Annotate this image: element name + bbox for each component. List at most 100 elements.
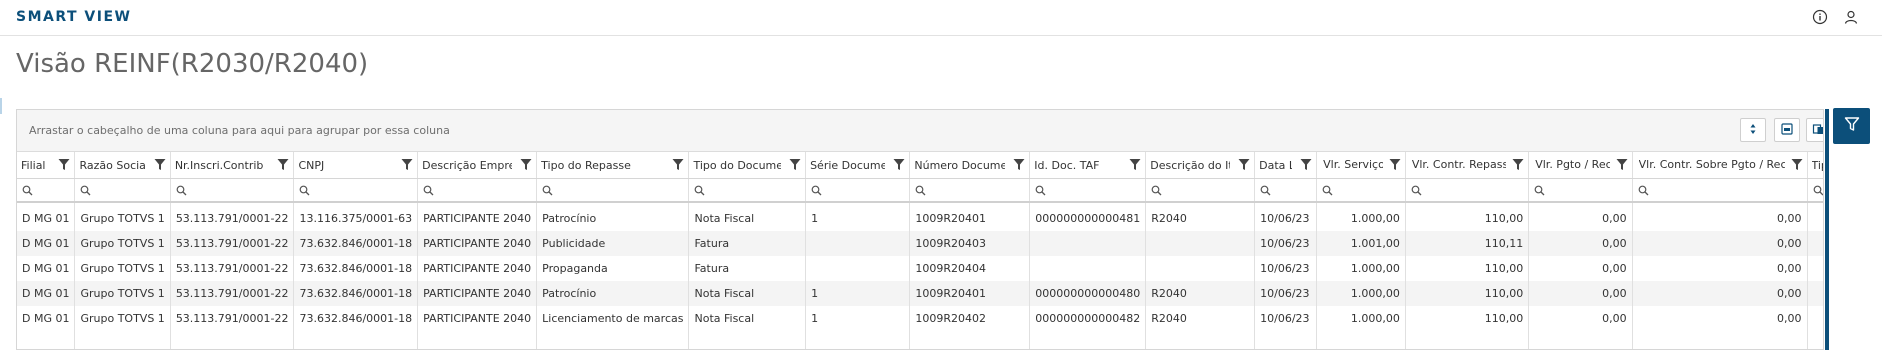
filter-panel-button[interactable] bbox=[1833, 108, 1870, 144]
table-cell: 10/06/23 bbox=[1254, 306, 1318, 331]
column-header-label: Descrição do Item bbox=[1150, 158, 1230, 172]
table-cell: 1.000,00 bbox=[1316, 256, 1406, 281]
filter-icon[interactable] bbox=[1129, 158, 1141, 171]
filter-icon[interactable] bbox=[1013, 158, 1025, 171]
search-icon bbox=[1411, 183, 1422, 196]
table-row[interactable]: D MG 01 Grupo TOTVS 1 53.113.791/0001-22 13… bbox=[17, 206, 1823, 231]
column-header[interactable]: Data Lcto bbox=[1254, 152, 1318, 179]
search-icon bbox=[1260, 183, 1271, 196]
table-cell: 0,00 bbox=[1632, 306, 1808, 331]
column-header[interactable]: Número Documento bbox=[909, 152, 1031, 179]
search-icon bbox=[299, 183, 310, 196]
group-by-hint: Arrastar o cabeçalho de uma coluna para … bbox=[29, 124, 450, 137]
column-header[interactable]: Filial bbox=[17, 152, 76, 179]
column-search-input[interactable] bbox=[1632, 178, 1808, 203]
filter-icon[interactable] bbox=[1238, 158, 1250, 171]
table-cell bbox=[1807, 306, 1823, 331]
column-header[interactable]: Série Documento bbox=[805, 152, 911, 179]
column-search-input[interactable] bbox=[293, 178, 419, 203]
column-search-input[interactable] bbox=[536, 178, 690, 203]
table-cell bbox=[1145, 231, 1256, 256]
column-header[interactable]: CNPJ bbox=[293, 152, 419, 179]
user-icon[interactable] bbox=[1843, 9, 1859, 25]
column-header-label: Vlr. Contr. Repass bbox=[1411, 158, 1507, 172]
column-header[interactable]: Descrição do Item bbox=[1145, 152, 1256, 179]
vertical-scrollbar[interactable] bbox=[1825, 109, 1829, 350]
column-header[interactable]: Descrição Empresa bbox=[417, 152, 538, 179]
filter-icon[interactable] bbox=[1512, 158, 1524, 171]
column-search-input[interactable] bbox=[1029, 178, 1147, 203]
table-cell: Publicidade bbox=[536, 231, 690, 256]
column-header[interactable]: Tipo do bbox=[1807, 152, 1823, 179]
column-search-input[interactable] bbox=[909, 178, 1031, 203]
sort-button[interactable] bbox=[1740, 118, 1766, 142]
filter-icon[interactable] bbox=[789, 158, 801, 171]
column-search-input[interactable] bbox=[74, 178, 171, 203]
table-cell bbox=[1029, 256, 1147, 281]
column-search-input[interactable] bbox=[170, 178, 295, 203]
table-cell: 10/06/23 bbox=[1254, 206, 1318, 231]
column-search-input[interactable] bbox=[1145, 178, 1256, 203]
table-cell: 0,00 bbox=[1632, 256, 1808, 281]
column-search-input[interactable] bbox=[688, 178, 807, 203]
table-cell bbox=[1807, 231, 1823, 256]
table-cell: 53.113.791/0001-22 bbox=[170, 231, 295, 256]
table-cell: 000000000000482 bbox=[1029, 306, 1147, 331]
column-search-input[interactable] bbox=[417, 178, 538, 203]
table-cell: 53.113.791/0001-22 bbox=[170, 256, 295, 281]
copy-button[interactable] bbox=[1806, 118, 1823, 142]
column-header[interactable]: Vlr. Pgto / Rec bbox=[1528, 152, 1633, 179]
table-cell: 0,00 bbox=[1528, 231, 1633, 256]
table-cell: R2040 bbox=[1145, 306, 1256, 331]
column-header-label: Vlr. Contr. Sobre Pgto / Rec bbox=[1638, 158, 1785, 172]
column-header[interactable]: Tipo do Documento bbox=[688, 152, 807, 179]
column-search-input[interactable] bbox=[1316, 178, 1406, 203]
filter-icon[interactable] bbox=[520, 158, 532, 171]
column-search-input[interactable] bbox=[1254, 178, 1318, 203]
group-by-drop-area[interactable]: Arrastar o cabeçalho de uma coluna para … bbox=[17, 110, 1823, 152]
column-header[interactable]: Vlr. Contr. Repass bbox=[1405, 152, 1530, 179]
column-header-label: CNPJ bbox=[298, 158, 325, 172]
filter-icon[interactable] bbox=[1791, 158, 1803, 171]
column-search-input[interactable] bbox=[805, 178, 911, 203]
filter-icon[interactable] bbox=[1616, 158, 1628, 171]
table-cell bbox=[1145, 256, 1256, 281]
table-cell: Fatura bbox=[688, 256, 807, 281]
column-search-input[interactable] bbox=[1528, 178, 1633, 203]
info-icon[interactable] bbox=[1812, 9, 1828, 25]
table-cell: 1.000,00 bbox=[1316, 206, 1406, 231]
column-search-input[interactable] bbox=[1807, 178, 1823, 203]
filter-icon[interactable] bbox=[401, 158, 413, 171]
filter-icon[interactable] bbox=[1300, 158, 1312, 171]
table-cell: 110,11 bbox=[1405, 231, 1530, 256]
export-button[interactable] bbox=[1774, 118, 1800, 142]
column-header[interactable]: Vlr. Contr. Sobre Pgto / Rec bbox=[1632, 152, 1808, 179]
column-header[interactable]: Id. Doc. TAF bbox=[1029, 152, 1147, 179]
header-row: Filial Razão Social Nr.Inscri.Contrib CNPJ D… bbox=[17, 152, 1823, 179]
table-row[interactable]: D MG 01 Grupo TOTVS 1 53.113.791/0001-22 73… bbox=[17, 306, 1823, 331]
filter-icon[interactable] bbox=[277, 158, 289, 171]
column-header[interactable]: Vlr. Serviço bbox=[1316, 152, 1406, 179]
top-bar: SMART VIEW bbox=[0, 0, 1882, 36]
table-cell: 0,00 bbox=[1632, 281, 1808, 306]
column-header[interactable]: Razão Social bbox=[74, 152, 171, 179]
column-header[interactable]: Tipo do Repasse bbox=[536, 152, 690, 179]
table-cell: D MG 01 bbox=[17, 256, 76, 281]
filter-icon[interactable] bbox=[893, 158, 905, 171]
table-cell: 0,00 bbox=[1528, 281, 1633, 306]
filter-icon[interactable] bbox=[154, 158, 166, 171]
filter-icon[interactable] bbox=[672, 158, 684, 171]
table-cell: 1.000,00 bbox=[1316, 306, 1406, 331]
column-search-input[interactable] bbox=[1405, 178, 1530, 203]
filter-icon[interactable] bbox=[1389, 158, 1401, 171]
table-row[interactable]: D MG 01 Grupo TOTVS 1 53.113.791/0001-22 73… bbox=[17, 281, 1823, 306]
column-search-input[interactable] bbox=[17, 178, 76, 203]
column-header[interactable]: Nr.Inscri.Contrib bbox=[170, 152, 295, 179]
table-row[interactable]: D MG 01 Grupo TOTVS 1 53.113.791/0001-22 73… bbox=[17, 256, 1823, 281]
table-cell: 53.113.791/0001-22 bbox=[170, 306, 295, 331]
filter-icon[interactable] bbox=[58, 158, 70, 171]
table-row[interactable]: D MG 01 Grupo TOTVS 1 53.113.791/0001-22 73… bbox=[17, 231, 1823, 256]
column-header-label: Razão Social bbox=[79, 158, 146, 172]
column-header-label: Série Documento bbox=[810, 158, 885, 172]
table-cell: Nota Fiscal bbox=[688, 306, 807, 331]
